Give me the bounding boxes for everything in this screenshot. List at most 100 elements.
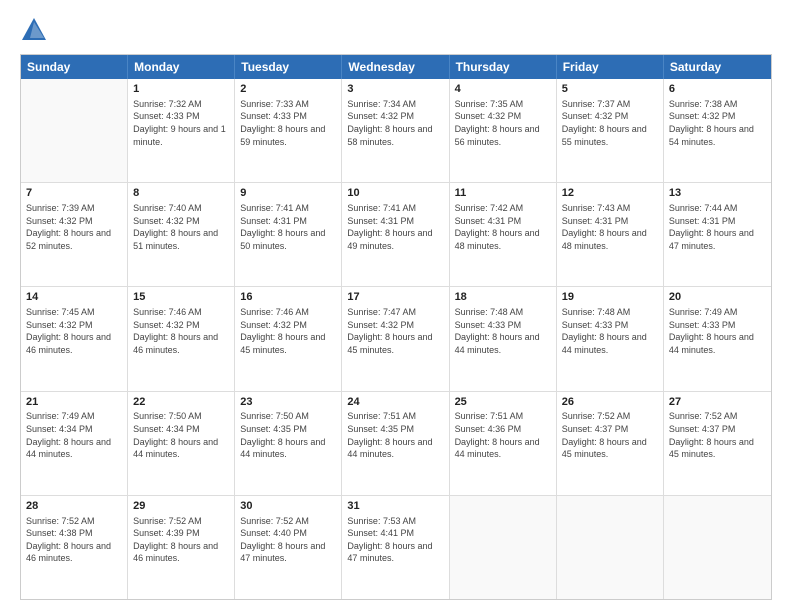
day-cell-15: 15Sunrise: 7:46 AM Sunset: 4:32 PM Dayli… — [128, 287, 235, 390]
header — [20, 16, 772, 44]
day-number: 30 — [240, 499, 336, 514]
day-cell-11: 11Sunrise: 7:42 AM Sunset: 4:31 PM Dayli… — [450, 183, 557, 286]
cell-info: Sunrise: 7:51 AM Sunset: 4:36 PM Dayligh… — [455, 410, 551, 460]
day-cell-19: 19Sunrise: 7:48 AM Sunset: 4:33 PM Dayli… — [557, 287, 664, 390]
cell-info: Sunrise: 7:49 AM Sunset: 4:34 PM Dayligh… — [26, 410, 122, 460]
day-cell-4: 4Sunrise: 7:35 AM Sunset: 4:32 PM Daylig… — [450, 79, 557, 182]
day-number: 22 — [133, 395, 229, 410]
day-number: 17 — [347, 290, 443, 305]
day-cell-17: 17Sunrise: 7:47 AM Sunset: 4:32 PM Dayli… — [342, 287, 449, 390]
weekday-header-friday: Friday — [557, 55, 664, 79]
cell-info: Sunrise: 7:44 AM Sunset: 4:31 PM Dayligh… — [669, 202, 766, 252]
day-number: 4 — [455, 82, 551, 97]
day-cell-16: 16Sunrise: 7:46 AM Sunset: 4:32 PM Dayli… — [235, 287, 342, 390]
day-number: 26 — [562, 395, 658, 410]
cell-info: Sunrise: 7:50 AM Sunset: 4:34 PM Dayligh… — [133, 410, 229, 460]
day-number: 14 — [26, 290, 122, 305]
empty-cell — [557, 496, 664, 599]
weekday-header-tuesday: Tuesday — [235, 55, 342, 79]
cell-info: Sunrise: 7:52 AM Sunset: 4:37 PM Dayligh… — [669, 410, 766, 460]
day-number: 2 — [240, 82, 336, 97]
day-number: 18 — [455, 290, 551, 305]
logo-icon — [20, 16, 48, 44]
cell-info: Sunrise: 7:52 AM Sunset: 4:40 PM Dayligh… — [240, 515, 336, 565]
day-cell-6: 6Sunrise: 7:38 AM Sunset: 4:32 PM Daylig… — [664, 79, 771, 182]
day-number: 29 — [133, 499, 229, 514]
cell-info: Sunrise: 7:41 AM Sunset: 4:31 PM Dayligh… — [347, 202, 443, 252]
calendar-row-2: 7Sunrise: 7:39 AM Sunset: 4:32 PM Daylig… — [21, 182, 771, 286]
day-number: 20 — [669, 290, 766, 305]
cell-info: Sunrise: 7:37 AM Sunset: 4:32 PM Dayligh… — [562, 98, 658, 148]
day-cell-7: 7Sunrise: 7:39 AM Sunset: 4:32 PM Daylig… — [21, 183, 128, 286]
day-cell-20: 20Sunrise: 7:49 AM Sunset: 4:33 PM Dayli… — [664, 287, 771, 390]
day-cell-24: 24Sunrise: 7:51 AM Sunset: 4:35 PM Dayli… — [342, 392, 449, 495]
calendar-row-1: 1Sunrise: 7:32 AM Sunset: 4:33 PM Daylig… — [21, 79, 771, 182]
day-cell-21: 21Sunrise: 7:49 AM Sunset: 4:34 PM Dayli… — [21, 392, 128, 495]
day-number: 7 — [26, 186, 122, 201]
cell-info: Sunrise: 7:33 AM Sunset: 4:33 PM Dayligh… — [240, 98, 336, 148]
day-number: 31 — [347, 499, 443, 514]
cell-info: Sunrise: 7:49 AM Sunset: 4:33 PM Dayligh… — [669, 306, 766, 356]
logo — [20, 16, 52, 44]
day-number: 10 — [347, 186, 443, 201]
day-number: 24 — [347, 395, 443, 410]
day-cell-18: 18Sunrise: 7:48 AM Sunset: 4:33 PM Dayli… — [450, 287, 557, 390]
cell-info: Sunrise: 7:51 AM Sunset: 4:35 PM Dayligh… — [347, 410, 443, 460]
day-cell-27: 27Sunrise: 7:52 AM Sunset: 4:37 PM Dayli… — [664, 392, 771, 495]
day-number: 3 — [347, 82, 443, 97]
day-number: 25 — [455, 395, 551, 410]
calendar-body: 1Sunrise: 7:32 AM Sunset: 4:33 PM Daylig… — [21, 79, 771, 599]
weekday-header-wednesday: Wednesday — [342, 55, 449, 79]
day-cell-30: 30Sunrise: 7:52 AM Sunset: 4:40 PM Dayli… — [235, 496, 342, 599]
cell-info: Sunrise: 7:52 AM Sunset: 4:37 PM Dayligh… — [562, 410, 658, 460]
day-cell-23: 23Sunrise: 7:50 AM Sunset: 4:35 PM Dayli… — [235, 392, 342, 495]
cell-info: Sunrise: 7:40 AM Sunset: 4:32 PM Dayligh… — [133, 202, 229, 252]
day-cell-31: 31Sunrise: 7:53 AM Sunset: 4:41 PM Dayli… — [342, 496, 449, 599]
cell-info: Sunrise: 7:48 AM Sunset: 4:33 PM Dayligh… — [455, 306, 551, 356]
cell-info: Sunrise: 7:39 AM Sunset: 4:32 PM Dayligh… — [26, 202, 122, 252]
calendar-row-3: 14Sunrise: 7:45 AM Sunset: 4:32 PM Dayli… — [21, 286, 771, 390]
cell-info: Sunrise: 7:48 AM Sunset: 4:33 PM Dayligh… — [562, 306, 658, 356]
calendar-row-5: 28Sunrise: 7:52 AM Sunset: 4:38 PM Dayli… — [21, 495, 771, 599]
cell-info: Sunrise: 7:52 AM Sunset: 4:39 PM Dayligh… — [133, 515, 229, 565]
page: SundayMondayTuesdayWednesdayThursdayFrid… — [0, 0, 792, 612]
day-cell-14: 14Sunrise: 7:45 AM Sunset: 4:32 PM Dayli… — [21, 287, 128, 390]
cell-info: Sunrise: 7:42 AM Sunset: 4:31 PM Dayligh… — [455, 202, 551, 252]
day-number: 8 — [133, 186, 229, 201]
day-number: 21 — [26, 395, 122, 410]
day-cell-1: 1Sunrise: 7:32 AM Sunset: 4:33 PM Daylig… — [128, 79, 235, 182]
day-number: 28 — [26, 499, 122, 514]
day-cell-12: 12Sunrise: 7:43 AM Sunset: 4:31 PM Dayli… — [557, 183, 664, 286]
day-number: 23 — [240, 395, 336, 410]
day-number: 11 — [455, 186, 551, 201]
day-cell-25: 25Sunrise: 7:51 AM Sunset: 4:36 PM Dayli… — [450, 392, 557, 495]
empty-cell — [21, 79, 128, 182]
empty-cell — [450, 496, 557, 599]
day-cell-3: 3Sunrise: 7:34 AM Sunset: 4:32 PM Daylig… — [342, 79, 449, 182]
day-cell-28: 28Sunrise: 7:52 AM Sunset: 4:38 PM Dayli… — [21, 496, 128, 599]
day-number: 19 — [562, 290, 658, 305]
day-cell-5: 5Sunrise: 7:37 AM Sunset: 4:32 PM Daylig… — [557, 79, 664, 182]
day-cell-26: 26Sunrise: 7:52 AM Sunset: 4:37 PM Dayli… — [557, 392, 664, 495]
weekday-header-sunday: Sunday — [21, 55, 128, 79]
cell-info: Sunrise: 7:50 AM Sunset: 4:35 PM Dayligh… — [240, 410, 336, 460]
day-number: 27 — [669, 395, 766, 410]
cell-info: Sunrise: 7:46 AM Sunset: 4:32 PM Dayligh… — [240, 306, 336, 356]
day-cell-9: 9Sunrise: 7:41 AM Sunset: 4:31 PM Daylig… — [235, 183, 342, 286]
cell-info: Sunrise: 7:47 AM Sunset: 4:32 PM Dayligh… — [347, 306, 443, 356]
cell-info: Sunrise: 7:52 AM Sunset: 4:38 PM Dayligh… — [26, 515, 122, 565]
day-number: 15 — [133, 290, 229, 305]
weekday-header-monday: Monday — [128, 55, 235, 79]
day-number: 12 — [562, 186, 658, 201]
weekday-header-thursday: Thursday — [450, 55, 557, 79]
day-number: 5 — [562, 82, 658, 97]
cell-info: Sunrise: 7:45 AM Sunset: 4:32 PM Dayligh… — [26, 306, 122, 356]
cell-info: Sunrise: 7:41 AM Sunset: 4:31 PM Dayligh… — [240, 202, 336, 252]
calendar-header: SundayMondayTuesdayWednesdayThursdayFrid… — [21, 55, 771, 79]
cell-info: Sunrise: 7:46 AM Sunset: 4:32 PM Dayligh… — [133, 306, 229, 356]
day-number: 9 — [240, 186, 336, 201]
calendar-row-4: 21Sunrise: 7:49 AM Sunset: 4:34 PM Dayli… — [21, 391, 771, 495]
day-number: 16 — [240, 290, 336, 305]
cell-info: Sunrise: 7:38 AM Sunset: 4:32 PM Dayligh… — [669, 98, 766, 148]
day-cell-10: 10Sunrise: 7:41 AM Sunset: 4:31 PM Dayli… — [342, 183, 449, 286]
